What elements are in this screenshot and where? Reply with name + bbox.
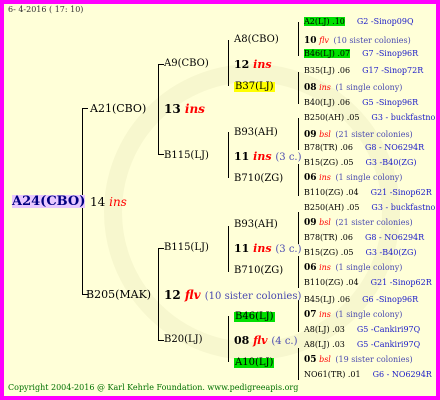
- gen4-row: 05 bsl (19 sister colonies): [304, 356, 413, 365]
- gen4-right: G3 - buckfastno: [371, 203, 436, 212]
- gen4-row: B250(AH) .05 G3 - buckfastno: [304, 204, 435, 212]
- gen4-right: G5 -Sinop96R: [362, 98, 419, 107]
- pedigree-frame: 6- 4-2016 ( 17: 10) A24(CBO) 14 ins A21(…: [0, 0, 440, 400]
- queen-a9: A9(CBO): [164, 58, 209, 69]
- gen4-right: (10 sister colonies): [333, 36, 411, 45]
- gen4-tag: bsl: [316, 218, 334, 227]
- gen4-row: NO61(TR) .01 G6 - NO6294R: [304, 371, 432, 379]
- gen4-right: G8 - NO6294R: [364, 143, 425, 152]
- gen4-tag: ins: [316, 263, 334, 272]
- queen-b37: B37(LJ): [234, 81, 275, 92]
- queen-a8: A8(CBO): [234, 34, 279, 45]
- queen-a21: A21(CBO): [90, 102, 147, 115]
- gen4-left: NO61(TR) .01: [304, 370, 361, 379]
- gen4-right: G17 -Sinop72R: [362, 66, 424, 75]
- gen4-left: 06: [304, 173, 317, 183]
- gen4-right: G3 -B40(ZG): [365, 248, 417, 257]
- gen4-row: B110(ZG) .04 G21 -Sinop62R: [304, 279, 432, 287]
- gen4-right: G3 - buckfastno: [371, 113, 436, 122]
- gen4-right: G6 -Sinop96R: [362, 295, 419, 304]
- gen4-left: 05: [304, 355, 317, 365]
- gen4-left: B110(ZG) .04: [304, 188, 359, 197]
- gen4-left: B250(AH) .05: [304, 113, 360, 122]
- gen4-left: 08: [304, 83, 317, 93]
- gen4-left: A2(LJ) .10: [304, 17, 345, 26]
- gen4-right: (1 single colony): [335, 83, 403, 92]
- gen4-right: G5 -Cankiri97Q: [356, 340, 421, 349]
- gen4-left: A8(LJ) .03: [304, 340, 345, 349]
- gen4-left: B15(ZG) .05: [304, 158, 354, 167]
- gen4-left: 06: [304, 263, 317, 273]
- gen4-row: B250(AH) .05 G3 - buckfastno: [304, 114, 435, 122]
- gen4-tag: bsl: [316, 355, 334, 364]
- gen4-right: (1 single colony): [335, 263, 403, 272]
- gen4-tag: ins: [316, 173, 334, 182]
- gen4-row: B78(TR) .06 G8 - NO6294R: [304, 144, 424, 152]
- gen4-left: B78(TR) .06: [304, 233, 353, 242]
- gen4-right: G8 - NO6294R: [364, 233, 425, 242]
- gen4-right: (21 sister colonies): [335, 218, 413, 227]
- queen-b115: B115(LJ): [164, 150, 209, 161]
- gen4-row: A2(LJ) .10 G2 -Sinop09Q: [304, 17, 414, 26]
- gen4-row: A8(LJ) .03 G5 -Cankiri97Q: [304, 341, 420, 349]
- gen4-row: B15(ZG) .05 G3 -B40(ZG): [304, 159, 417, 167]
- gen4-left: B35(LJ) .06: [304, 66, 351, 75]
- gen4-tag: ins: [316, 83, 334, 92]
- gen4-row: B78(TR) .06 G8 - NO6294R: [304, 234, 424, 242]
- gen4-row: 06 ins (1 single colony): [304, 174, 402, 183]
- gen4-row: 07 ins (1 single colony): [304, 311, 402, 320]
- gen4-left: B46(LJ) .07: [304, 49, 351, 58]
- gen4-left: 10: [304, 36, 317, 46]
- gen4-right: G5 -Cankiri97Q: [356, 325, 421, 334]
- gen4-row: B35(LJ) .06 G17 -Sinop72R: [304, 67, 423, 75]
- footer-copyright: Copyright 2004-2016 @ Karl Kehrle Founda…: [8, 383, 299, 392]
- gen4-left: B15(ZG) .05: [304, 248, 354, 257]
- gen4-row: B40(LJ) .06 G5 -Sinop96R: [304, 99, 418, 107]
- gen4-row: 08 ins (1 single colony): [304, 84, 402, 93]
- gen4-right: G6 - NO6294R: [372, 370, 432, 379]
- gen4-row: 09 bsl (21 sister colonies): [304, 219, 413, 228]
- gen4-left: B40(LJ) .06: [304, 98, 351, 107]
- gen4-right: (21 sister colonies): [335, 130, 413, 139]
- gen4-right: G2 -Sinop09Q: [356, 17, 414, 26]
- gen4-left: 09: [304, 218, 317, 228]
- gen4-row: B110(ZG) .04 G21 -Sinop62R: [304, 189, 432, 197]
- gen4-tag: ins: [316, 310, 334, 319]
- gen4-row: 06 ins (1 single colony): [304, 264, 402, 273]
- gen4-right: G7 -Sinop96R: [362, 49, 419, 58]
- gen4-right: (1 single colony): [335, 173, 403, 182]
- gen4-right: G3 -B40(ZG): [365, 158, 417, 167]
- queen-b20: B20(LJ): [164, 334, 203, 345]
- gen4-left: A8(LJ) .03: [304, 325, 345, 334]
- gen4-right: G21 -Sinop62R: [370, 278, 432, 287]
- gen4-left: B45(LJ) .06: [304, 295, 351, 304]
- gen4-right: (1 single colony): [335, 310, 403, 319]
- gen4-tag: bsl: [316, 130, 334, 139]
- gen4-right: G21 -Sinop62R: [370, 188, 432, 197]
- gen4-row: B15(ZG) .05 G3 -B40(ZG): [304, 249, 417, 257]
- gen4-left: 09: [304, 130, 317, 140]
- gen4-left: B110(ZG) .04: [304, 278, 359, 287]
- gen4-right: (19 sister colonies): [335, 355, 413, 364]
- gen4-left: B250(AH) .05: [304, 203, 360, 212]
- gen4-left: B78(TR) .06: [304, 143, 353, 152]
- gen4-row: 10 flv (10 sister colonies): [304, 37, 411, 46]
- gen4-row: A8(LJ) .03 G5 -Cankiri97Q: [304, 326, 420, 334]
- gen4-row: B46(LJ) .07 G7 -Sinop96R: [304, 49, 419, 58]
- gen4-row: B45(LJ) .06 G6 -Sinop96R: [304, 296, 418, 304]
- gen4-tag: flv: [316, 36, 332, 45]
- gen4-left: 07: [304, 310, 317, 320]
- queen-b205: B205(MAK): [86, 288, 152, 301]
- queen-b115-2: B115(LJ): [164, 242, 209, 253]
- timestamp: 6- 4-2016 ( 17: 10): [8, 5, 84, 14]
- gen4-row: 09 bsl (21 sister colonies): [304, 131, 413, 140]
- root-queen: A24(CBO): [12, 194, 86, 209]
